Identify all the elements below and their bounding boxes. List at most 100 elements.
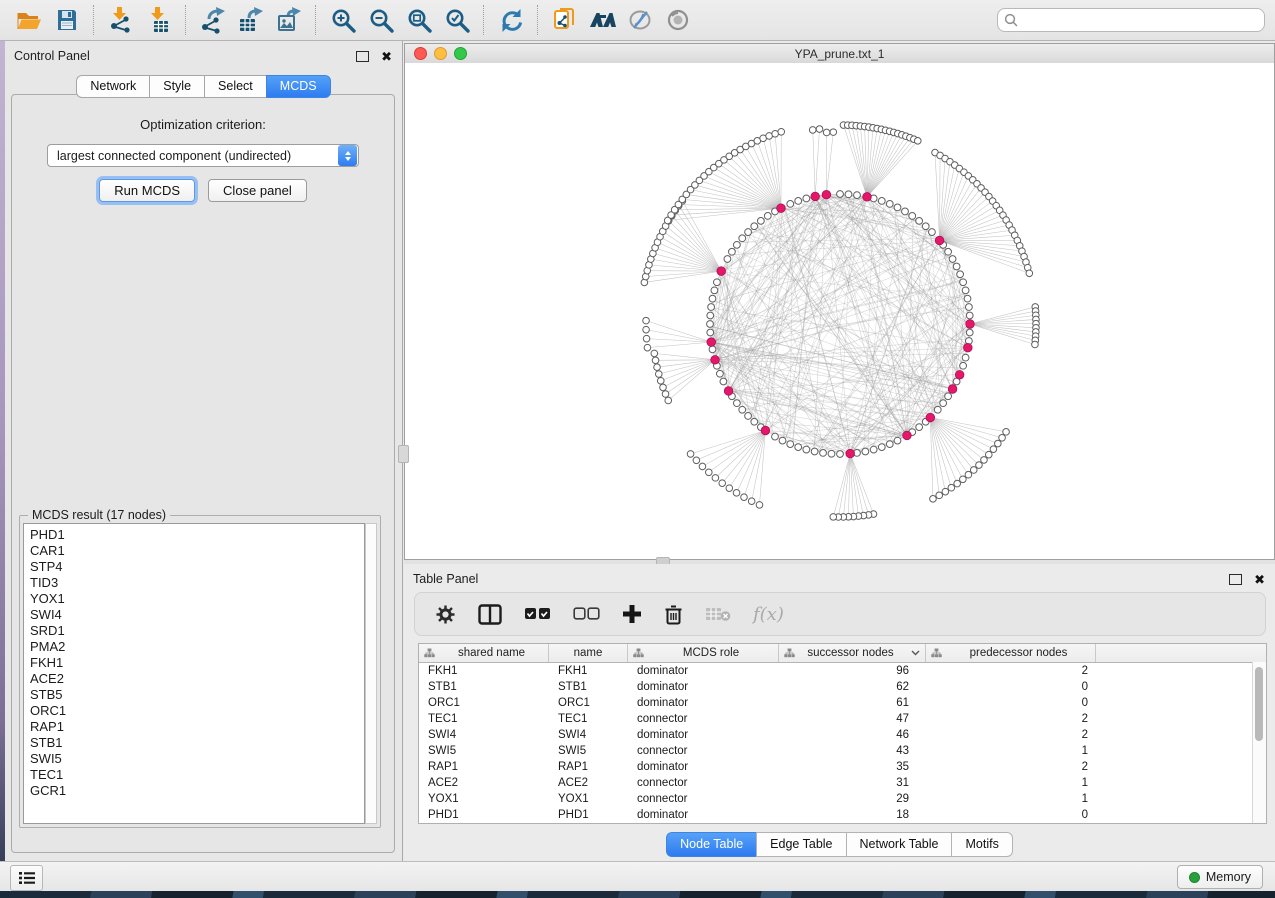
- network-node[interactable]: [845, 191, 852, 198]
- table-row[interactable]: TEC1TEC1connector472: [419, 711, 1266, 727]
- table-cell[interactable]: 0: [926, 697, 1096, 709]
- table-cell[interactable]: connector: [628, 745, 779, 757]
- network-node[interactable]: [720, 378, 727, 385]
- mcds-result-item[interactable]: SWI5: [30, 751, 364, 767]
- network-node[interactable]: [970, 467, 977, 474]
- memory-button[interactable]: Memory: [1177, 865, 1263, 889]
- select-all-icon[interactable]: [524, 607, 551, 621]
- table-cell[interactable]: YOX1: [419, 793, 549, 805]
- network-node[interactable]: [739, 235, 746, 242]
- table-cell[interactable]: ACE2: [419, 777, 549, 789]
- open-folder-icon[interactable]: [10, 3, 48, 37]
- table-cell[interactable]: TEC1: [419, 713, 549, 725]
- network-node[interactable]: [966, 329, 973, 336]
- network-node[interactable]: [945, 393, 952, 400]
- table-cell[interactable]: dominator: [628, 665, 779, 677]
- network-hub-node[interactable]: [717, 267, 726, 276]
- table-cell[interactable]: 46: [779, 729, 926, 741]
- network-node[interactable]: [929, 229, 936, 236]
- network-node[interactable]: [886, 441, 893, 448]
- table-cell[interactable]: SWI5: [549, 745, 628, 757]
- network-node[interactable]: [716, 370, 723, 377]
- tab-motifs[interactable]: Motifs: [951, 832, 1012, 857]
- table-cell[interactable]: 2: [926, 761, 1096, 773]
- network-node[interactable]: [643, 335, 650, 342]
- network-node[interactable]: [706, 469, 713, 476]
- close-panel-icon[interactable]: ✖: [1254, 573, 1265, 586]
- mcds-result-item[interactable]: PHD1: [30, 527, 364, 543]
- network-node[interactable]: [719, 480, 726, 487]
- import-table-icon[interactable]: [140, 3, 178, 37]
- network-node[interactable]: [936, 492, 943, 499]
- table-cell[interactable]: RAP1: [549, 761, 628, 773]
- network-node[interactable]: [711, 287, 718, 294]
- export-table-icon[interactable]: [232, 3, 270, 37]
- table-cell[interactable]: dominator: [628, 729, 779, 741]
- table-cell[interactable]: dominator: [628, 761, 779, 773]
- network-window-titlebar[interactable]: YPA_prune.txt_1: [405, 44, 1274, 64]
- zoom-selected-icon[interactable]: [438, 3, 476, 37]
- network-node[interactable]: [756, 502, 763, 509]
- table-cell[interactable]: dominator: [628, 697, 779, 709]
- network-node[interactable]: [643, 317, 650, 324]
- tab-edge-table[interactable]: Edge Table: [756, 832, 845, 857]
- mcds-result-item[interactable]: STB1: [30, 735, 364, 751]
- network-node[interactable]: [662, 391, 669, 398]
- zoom-out-icon[interactable]: [362, 3, 400, 37]
- float-panel-icon[interactable]: [356, 51, 369, 62]
- network-node[interactable]: [976, 462, 983, 469]
- network-node[interactable]: [709, 346, 716, 353]
- network-node[interactable]: [995, 440, 1002, 447]
- close-panel-icon[interactable]: ✖: [381, 50, 392, 63]
- network-hub-node[interactable]: [926, 413, 935, 422]
- network-node[interactable]: [830, 514, 837, 521]
- table-cell[interactable]: TEC1: [549, 713, 628, 725]
- table-row[interactable]: YOX1YOX1connector291: [419, 791, 1266, 807]
- network-node[interactable]: [779, 437, 786, 444]
- mcds-result-item[interactable]: RAP1: [30, 719, 364, 735]
- mcds-result-item[interactable]: CAR1: [30, 543, 364, 559]
- network-node[interactable]: [823, 129, 830, 136]
- network-node[interactable]: [795, 444, 802, 451]
- network-node[interactable]: [964, 295, 971, 302]
- network-node[interactable]: [772, 130, 779, 137]
- network-hub-node[interactable]: [863, 193, 872, 202]
- network-node[interactable]: [733, 241, 740, 248]
- mcds-result-item[interactable]: ORC1: [30, 703, 364, 719]
- network-node[interactable]: [953, 263, 960, 270]
- network-node[interactable]: [1003, 429, 1010, 436]
- network-node[interactable]: [707, 329, 714, 336]
- refresh-icon[interactable]: [492, 3, 530, 37]
- network-node[interactable]: [945, 248, 952, 255]
- network-node[interactable]: [854, 192, 861, 199]
- mcds-result-item[interactable]: STB5: [30, 687, 364, 703]
- network-node[interactable]: [949, 256, 956, 263]
- network-node[interactable]: [916, 217, 923, 224]
- network-node[interactable]: [862, 448, 869, 455]
- network-node[interactable]: [665, 397, 672, 404]
- table-row[interactable]: FKH1FKH1dominator962: [419, 663, 1266, 679]
- tab-select[interactable]: Select: [204, 75, 266, 98]
- network-node[interactable]: [878, 444, 885, 451]
- table-cell[interactable]: YOX1: [549, 793, 628, 805]
- network-node[interactable]: [795, 197, 802, 204]
- network-node[interactable]: [757, 217, 764, 224]
- show-columns-icon[interactable]: [478, 604, 502, 625]
- network-node[interactable]: [739, 406, 746, 413]
- table-cell[interactable]: 1: [926, 793, 1096, 805]
- open-in-web-icon[interactable]: [546, 3, 584, 37]
- tab-style[interactable]: Style: [149, 75, 204, 98]
- network-node[interactable]: [934, 406, 941, 413]
- network-node[interactable]: [803, 446, 810, 453]
- tab-network-table[interactable]: Network Table: [846, 832, 952, 857]
- table-cell[interactable]: 2: [926, 665, 1096, 677]
- mcds-result-item[interactable]: FKH1: [30, 655, 364, 671]
- table-cell[interactable]: ORC1: [419, 697, 549, 709]
- zoom-fit-icon[interactable]: [400, 3, 438, 37]
- table-cell[interactable]: 18: [779, 809, 926, 821]
- network-node[interactable]: [657, 377, 664, 384]
- network-node[interactable]: [709, 295, 716, 302]
- optimization-criterion-select[interactable]: largest connected component (undirected): [47, 144, 359, 167]
- table-row[interactable]: SWI4SWI4dominator462: [419, 727, 1266, 743]
- network-hub-node[interactable]: [966, 320, 975, 329]
